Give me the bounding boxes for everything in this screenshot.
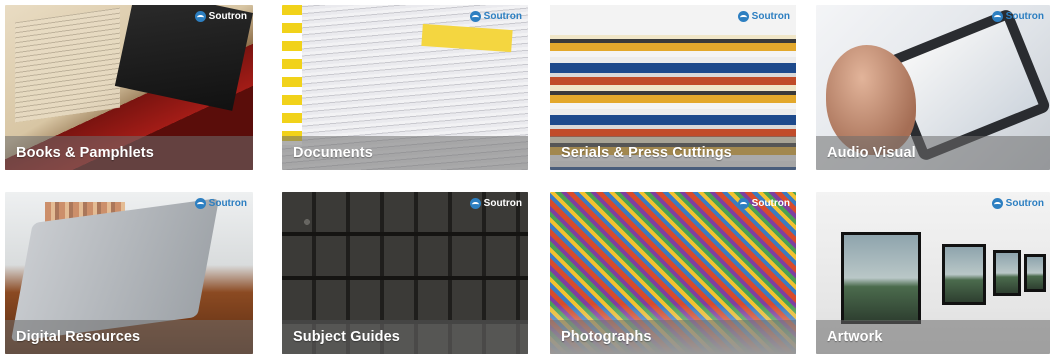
soutron-logo-text: Soutron [751,11,790,22]
tile-caption: Digital Resources [5,320,253,354]
soutron-logo-text: Soutron [208,198,247,209]
soutron-logo: Soutron [469,198,522,209]
tile-photographs[interactable]: Soutron Photographs [550,192,796,354]
collection-tile-grid: Soutron Books & Pamphlets Soutron Docume… [0,0,1050,354]
soutron-logo-icon [469,11,481,22]
soutron-logo-icon [991,198,1003,209]
soutron-logo: Soutron [737,11,790,22]
soutron-logo: Soutron [194,198,247,209]
tile-caption: Books & Pamphlets [5,136,253,170]
soutron-logo-text: Soutron [483,198,522,209]
soutron-logo-text: Soutron [751,198,790,209]
soutron-logo-icon [737,198,749,209]
soutron-logo: Soutron [469,11,522,22]
soutron-logo-text: Soutron [208,11,247,22]
soutron-logo-icon [194,11,206,22]
soutron-logo: Soutron [737,198,790,209]
tile-caption: Documents [282,136,528,170]
soutron-logo-icon [194,198,206,209]
tile-caption: Audio Visual [816,136,1050,170]
tile-caption: Artwork [816,320,1050,354]
tile-documents[interactable]: Soutron Documents [282,5,528,170]
tile-caption: Serials & Press Cuttings [550,136,796,170]
soutron-logo-text: Soutron [483,11,522,22]
soutron-logo-icon [737,11,749,22]
tile-digital-resources[interactable]: Soutron Digital Resources [5,192,253,354]
tile-audio-visual[interactable]: Soutron Audio Visual [816,5,1050,170]
tile-books-pamphlets[interactable]: Soutron Books & Pamphlets [5,5,253,170]
soutron-logo-icon [991,11,1003,22]
soutron-logo: Soutron [991,11,1044,22]
soutron-logo: Soutron [991,198,1044,209]
soutron-logo-text: Soutron [1005,11,1044,22]
tile-subject-guides[interactable]: Soutron Subject Guides [282,192,528,354]
soutron-logo-icon [469,198,481,209]
tile-caption: Subject Guides [282,320,528,354]
soutron-logo-text: Soutron [1005,198,1044,209]
soutron-logo: Soutron [194,11,247,22]
tile-serials-press-cuttings[interactable]: Soutron Serials & Press Cuttings [550,5,796,170]
tile-artwork[interactable]: Soutron Artwork [816,192,1050,354]
tile-caption: Photographs [550,320,796,354]
